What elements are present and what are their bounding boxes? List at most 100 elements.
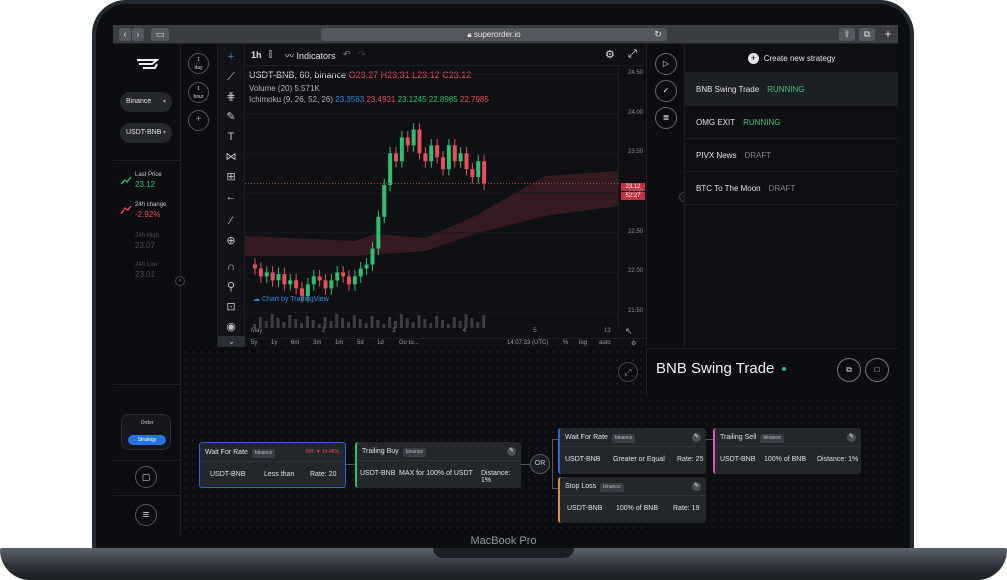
- candlestick-plot[interactable]: [245, 66, 618, 328]
- back-icon[interactable]: ‹: [119, 28, 131, 41]
- redo-icon[interactable]: ↷: [358, 49, 366, 60]
- undo-icon[interactable]: ↶: [343, 49, 351, 60]
- ruler-icon[interactable]: ⁄: [224, 214, 238, 228]
- range-1m[interactable]: 1m: [335, 340, 343, 346]
- node-trailing-sell[interactable]: Trailing Sell binance ✎ USDT-BNB 100% of BN…: [713, 428, 861, 474]
- expand-toolbar-icon[interactable]: ⌄: [218, 336, 245, 347]
- play-icon[interactable]: ▷: [655, 53, 677, 75]
- strategy-item[interactable]: BTC To The Moon DRAFT: [685, 172, 898, 205]
- range-5d[interactable]: 5d: [357, 340, 364, 346]
- edit-icon[interactable]: ✎: [507, 447, 516, 456]
- candle: [446, 145, 451, 170]
- pattern-icon[interactable]: ⋈: [224, 150, 238, 164]
- range-6m[interactable]: 6m: [291, 340, 299, 346]
- fib-icon[interactable]: ⋕: [224, 90, 238, 104]
- timeframe-hour[interactable]: 1 hour: [188, 82, 209, 103]
- candle: [288, 280, 293, 285]
- chart-settings-icon[interactable]: ⚙: [631, 340, 636, 347]
- forward-icon[interactable]: ›: [132, 28, 144, 41]
- candle: [253, 264, 257, 269]
- plus-icon: +: [747, 53, 759, 65]
- node-exchange: binance: [760, 434, 784, 443]
- percent-scale[interactable]: %: [563, 340, 568, 346]
- candle: [376, 216, 381, 249]
- fullscreen-icon[interactable]: ⤢: [628, 48, 637, 61]
- prediction-icon[interactable]: ⊞: [224, 170, 238, 184]
- node-param: Distance: 1%: [817, 456, 859, 463]
- new-tab-icon[interactable]: +: [881, 28, 895, 41]
- chart-topbar: 1h ⫿ 〰 Indicators ↶ ↷ ⚙ ⤢: [245, 44, 646, 66]
- timeframe-day[interactable]: 1 day: [188, 53, 209, 74]
- divider: [113, 495, 181, 496]
- create-strategy-button[interactable]: + Create new strategy: [685, 44, 898, 73]
- device-label: MacBook Pro: [470, 535, 537, 547]
- strategy-item[interactable]: BNB Swing Trade RUNNING: [685, 73, 898, 106]
- sidebar-toggle-icon[interactable]: ▭: [151, 28, 169, 41]
- menu-icon[interactable]: ≡: [135, 504, 157, 526]
- notes-icon[interactable]: ≣: [655, 107, 677, 129]
- tabs-icon[interactable]: ⧉: [859, 28, 875, 41]
- tradingview-attribution[interactable]: ☁ Chart by TradingView: [253, 295, 329, 303]
- order-strategy-toggle[interactable]: Order Strategy: [121, 414, 171, 450]
- trendline-icon[interactable]: ⟋: [224, 70, 238, 84]
- range-1d[interactable]: 1d: [377, 340, 384, 346]
- auto-scale[interactable]: auto: [599, 340, 611, 346]
- interval-button[interactable]: 1h: [251, 50, 262, 60]
- lock-drawing-icon[interactable]: ⚲: [224, 280, 238, 294]
- node-param: Rate: 19: [673, 505, 700, 512]
- candle: [476, 161, 481, 178]
- range-1y[interactable]: 1y: [271, 340, 277, 346]
- candle: [405, 137, 410, 146]
- candle-type-icon[interactable]: ⫿: [269, 49, 272, 60]
- arrow-left-icon[interactable]: ←: [224, 190, 238, 204]
- edit-icon[interactable]: ✎: [847, 433, 856, 442]
- brush-icon[interactable]: ✎: [224, 110, 238, 124]
- time-axis[interactable]: May 2 3 4 5 13: [245, 328, 618, 338]
- goto-date[interactable]: Go to...: [399, 340, 419, 346]
- range-3m[interactable]: 3m: [313, 340, 321, 346]
- price-chart[interactable]: 1h ⫿ 〰 Indicators ↶ ↷ ⚙ ⤢ USDT-BNB, 60, …: [245, 44, 646, 347]
- pair-value: USDT-BNB: [126, 129, 162, 136]
- edit-icon[interactable]: ✎: [692, 482, 701, 491]
- settings-gear-icon[interactable]: ⚙: [605, 48, 615, 61]
- node-condition: 100% of BNB: [764, 456, 807, 463]
- node-wait-for-rate[interactable]: Wait For Rate binance Diff: ▼ 14.48% USDT-…: [199, 442, 346, 488]
- stop-icon[interactable]: □: [865, 358, 889, 382]
- node-pair: USDT-BNB: [210, 471, 246, 478]
- volume-bar: [341, 318, 345, 328]
- node-stop-loss[interactable]: Stop Loss binance ✎ USDT-BNB 100% of BNB Rat…: [558, 477, 706, 523]
- lock-icon[interactable]: ⊡: [224, 300, 238, 314]
- eye-icon[interactable]: ◉: [224, 320, 238, 334]
- order-option[interactable]: Order: [122, 420, 172, 426]
- check-icon[interactable]: ✓: [655, 80, 677, 102]
- indicators-button[interactable]: 〰 Indicators: [285, 49, 336, 62]
- magnet-icon[interactable]: ∩: [224, 260, 238, 274]
- crosshair-icon[interactable]: +: [224, 50, 238, 64]
- text-icon[interactable]: T: [224, 130, 238, 144]
- x-tick-label: 2: [321, 328, 325, 334]
- exchange-select[interactable]: Binance ▾: [120, 92, 172, 112]
- duplicate-icon[interactable]: ⧉: [837, 358, 861, 382]
- strategy-item[interactable]: OMG EXIT RUNNING: [685, 106, 898, 139]
- strategy-item[interactable]: PIVX News DRAFT: [685, 139, 898, 172]
- timeframe-column: 1 day 1 hour +: [181, 44, 218, 347]
- node-trailing-buy[interactable]: Trailing Buy binance ✎ USDT-BNB MAX for 100…: [355, 442, 521, 488]
- high-stat: 24h High 23.07: [135, 233, 159, 250]
- y-tick-label: 23.00: [627, 189, 643, 196]
- reload-icon[interactable]: ↻: [651, 28, 665, 41]
- zoom-in-icon[interactable]: ⊕: [224, 234, 238, 248]
- add-timeframe-icon[interactable]: +: [188, 110, 209, 131]
- strategy-option[interactable]: Strategy: [128, 435, 166, 445]
- expand-canvas-icon[interactable]: ⤢: [618, 362, 638, 382]
- log-scale[interactable]: log: [579, 340, 587, 346]
- chat-icon[interactable]: ▢: [135, 466, 157, 488]
- node-wait-for-rate[interactable]: Wait For Rate binance ✎ USDT-BNB Greater or…: [558, 428, 706, 474]
- range-5y[interactable]: 5y: [251, 340, 257, 346]
- edit-icon[interactable]: ✎: [692, 433, 701, 442]
- address-bar[interactable]: 🔒︎ superorder.io: [321, 28, 667, 41]
- share-icon[interactable]: ⇪: [839, 28, 855, 41]
- change-stat: 24h change -2.92%: [135, 202, 166, 219]
- utc-clock[interactable]: 14:07:33 (UTC): [507, 340, 548, 346]
- price-axis[interactable]: 23.12 52:27 24.50 24.00 23.50 23.00 22.50 22.…: [618, 66, 646, 328]
- pair-select[interactable]: USDT-BNB ▾: [120, 123, 172, 143]
